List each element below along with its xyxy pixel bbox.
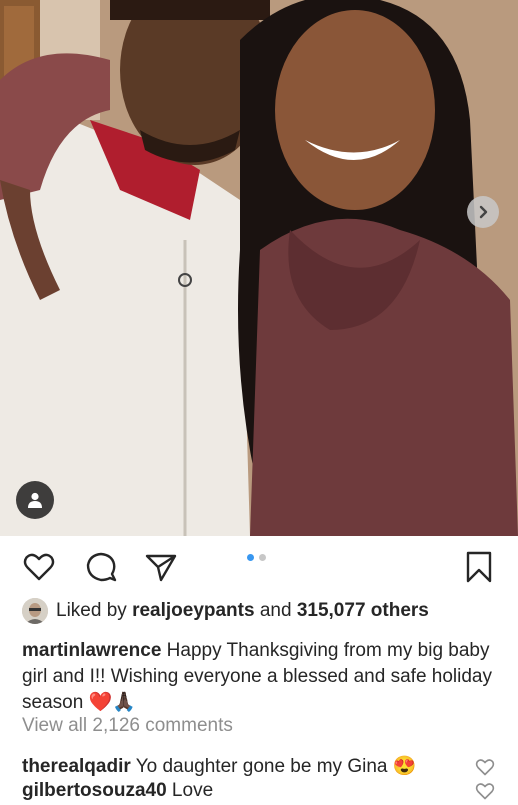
comment-bubble-icon — [86, 552, 117, 582]
likes-count[interactable]: 315,077 others — [297, 600, 429, 622]
likes-middle: and — [254, 600, 297, 621]
save-button[interactable] — [462, 550, 496, 584]
comment-button[interactable] — [84, 550, 118, 584]
view-all-comments-link[interactable]: View all 2,126 comments — [22, 715, 233, 737]
carousel-dot — [259, 554, 266, 561]
user-tag-icon — [28, 492, 42, 508]
comment-item: therealqadir Yo daughter gone be my Gina… — [22, 754, 462, 780]
comment-username[interactable]: gilbertosouza40 — [22, 780, 167, 801]
post-action-bar — [0, 536, 518, 600]
comment-like-button[interactable] — [475, 758, 495, 776]
comment-like-button[interactable] — [475, 782, 495, 800]
heart-outline-icon — [475, 759, 495, 776]
post-caption: martinlawrence Happy Thanksgiving from m… — [22, 638, 502, 716]
comment-text: Love — [166, 780, 214, 801]
comment-text: Yo daughter gone be my Gina 😍 — [130, 756, 417, 777]
post-photo[interactable] — [0, 0, 518, 536]
liker-avatar-image — [22, 598, 48, 624]
chevron-right-icon — [479, 205, 488, 219]
paper-plane-icon — [145, 554, 177, 582]
heart-outline-icon — [23, 553, 55, 581]
carousel-indicator — [247, 554, 266, 561]
likes-prefix: Liked by — [56, 600, 127, 621]
like-button[interactable] — [22, 550, 56, 584]
photo-scene — [0, 0, 518, 536]
comment-item: gilbertosouza40 Love — [22, 778, 462, 804]
heart-outline-icon — [475, 783, 495, 800]
liker-username[interactable]: realjoeypants — [132, 600, 255, 622]
caption-emoji: ❤️🙏🏿 — [88, 692, 136, 713]
likes-summary[interactable]: Liked by realjoeypants and 315,077 other… — [22, 598, 429, 624]
carousel-dot-active — [247, 554, 254, 561]
caption-username[interactable]: martinlawrence — [22, 640, 161, 661]
tagged-users-button[interactable] — [16, 481, 54, 519]
carousel-next-button[interactable] — [467, 196, 499, 228]
share-button[interactable] — [144, 550, 178, 584]
liker-avatar[interactable] — [22, 598, 48, 624]
comment-username[interactable]: therealqadir — [22, 756, 131, 777]
bookmark-icon — [466, 551, 492, 583]
